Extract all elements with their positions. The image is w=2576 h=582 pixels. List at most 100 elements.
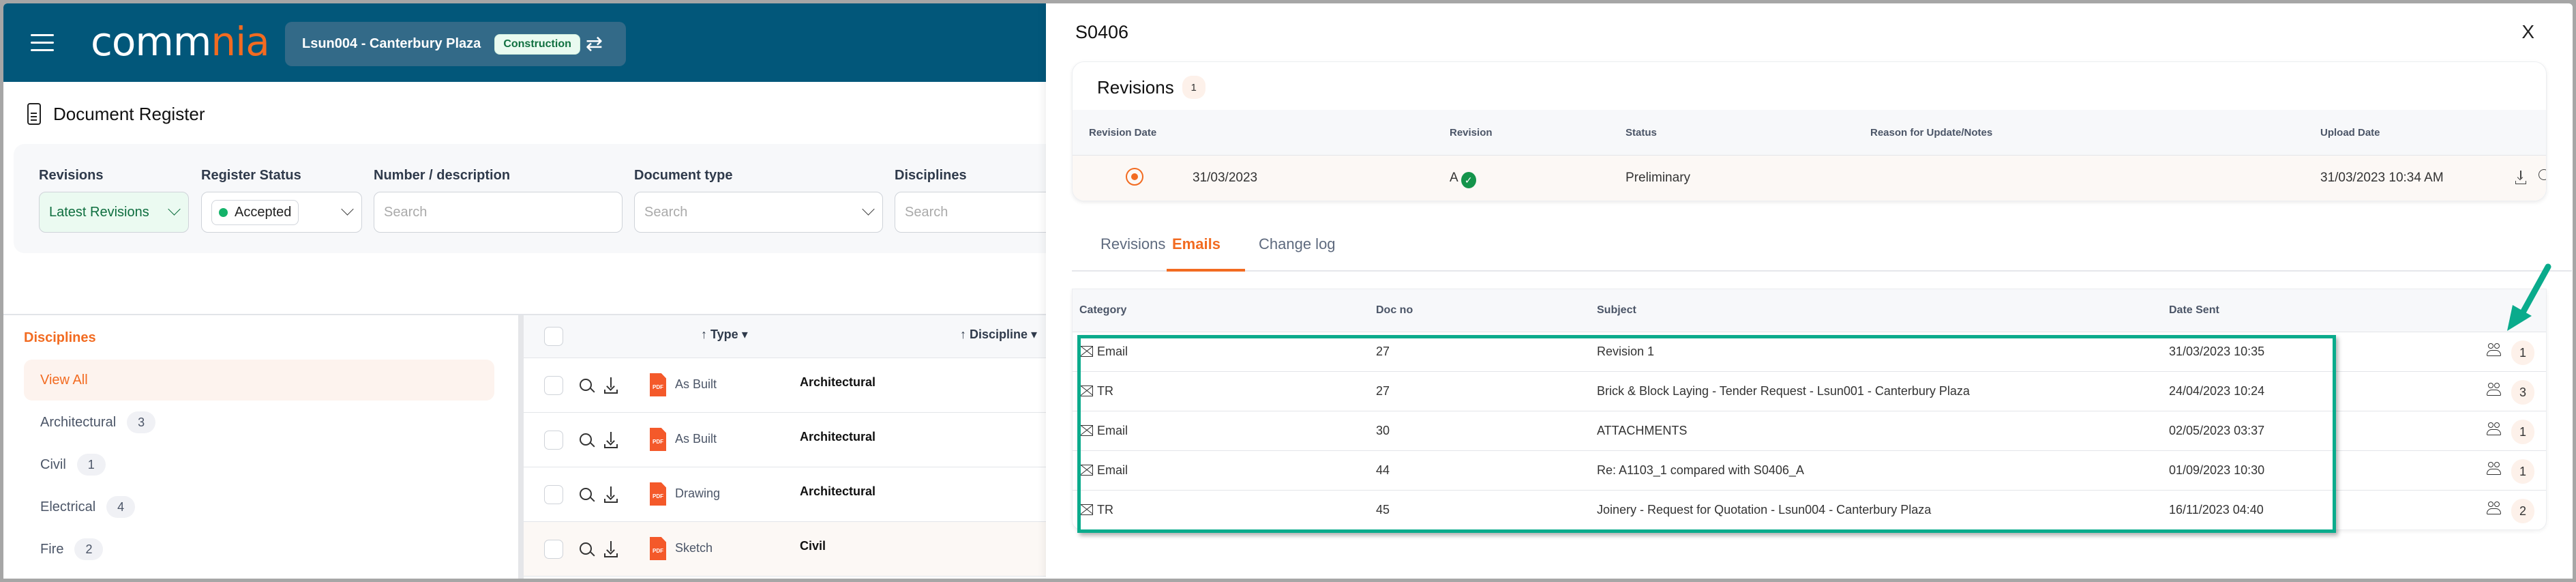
document-table: ↑ Type ▾ ↑ Discipline ▾ PDF As Built Arc… <box>524 315 1046 579</box>
search-icon[interactable] <box>580 488 592 500</box>
search-icon[interactable] <box>580 379 592 391</box>
search-icon[interactable] <box>2538 169 2546 180</box>
tab-emails[interactable]: Emails <box>1172 235 1220 264</box>
status-chip[interactable]: Accepted <box>211 199 299 225</box>
page-title: Document Register <box>53 103 205 124</box>
cell-type: Sketch <box>675 541 713 555</box>
panel-title: S0406 <box>1075 22 1129 42</box>
revision-radio[interactable] <box>1126 168 1143 186</box>
table-row[interactable]: PDF As Built Architectural <box>524 413 1046 467</box>
recipients-icon[interactable] <box>2487 422 2502 437</box>
panel-resizer[interactable] <box>518 315 524 579</box>
project-switcher[interactable]: Lsun004 - Canterbury Plaza Construction … <box>285 22 626 66</box>
chevron-down-icon <box>341 203 354 216</box>
recipients-count-badge: 1 <box>2511 459 2534 484</box>
active-tab-indicator <box>1167 269 1245 272</box>
download-icon[interactable] <box>2515 171 2526 184</box>
filter-label: Document type <box>634 168 733 183</box>
recipients-icon[interactable] <box>2487 462 2502 477</box>
sidebar-item-label: Electrical <box>40 499 96 514</box>
revisions-card-title: Revisions 1 <box>1097 76 1205 99</box>
column-header-type[interactable]: ↑ Type ▾ <box>701 328 748 342</box>
cell-subject: Joinery - Request for Quotation - Lsun00… <box>1597 503 1932 516</box>
close-icon[interactable]: X <box>2521 21 2534 43</box>
chevron-down-icon <box>168 203 181 216</box>
revisions-title: Revisions <box>1097 76 1174 98</box>
category-label: Email <box>1097 345 1128 358</box>
select-all-checkbox[interactable] <box>544 327 563 346</box>
cell-discipline: Architectural <box>800 484 876 498</box>
table-row-selected[interactable]: PDF Sketch Civil <box>524 522 1046 577</box>
download-icon[interactable] <box>604 541 618 557</box>
count-badge: 4 <box>106 496 136 518</box>
tab-change-log[interactable]: Change log <box>1259 235 1336 264</box>
row-checkbox[interactable] <box>544 540 563 559</box>
column-header-revision-date: Revision Date <box>1089 127 1157 139</box>
emails-table: Category Doc no Subject Date Sent Email … <box>1072 289 2547 530</box>
search-icon[interactable] <box>580 542 592 555</box>
email-row[interactable]: Email 30 ATTACHMENTS 02/05/2023 03:37 1 <box>1073 411 2546 450</box>
table-row[interactable]: PDF Drawing Architectural <box>524 467 1046 522</box>
row-checkbox[interactable] <box>544 485 563 504</box>
download-icon[interactable] <box>604 432 618 448</box>
cell-date-sent: 02/05/2023 03:37 <box>2169 424 2265 437</box>
email-row[interactable]: Email 27 Revision 1 31/03/2023 10:35 1 <box>1073 332 2546 371</box>
register-status-select[interactable]: Accepted <box>201 192 362 233</box>
sidebar-item-fire[interactable]: Fire 2 <box>24 529 494 570</box>
revisions-select-value: Latest Revisions <box>49 204 149 220</box>
menu-icon[interactable] <box>31 34 54 52</box>
revisions-select[interactable]: Latest Revisions <box>39 192 189 233</box>
cell-discipline: Civil <box>800 539 826 553</box>
sidebar-item-electrical[interactable]: Electrical 4 <box>24 486 494 527</box>
row-checkbox[interactable] <box>544 431 563 450</box>
revision-row[interactable]: 31/03/2023 A ✓ Preliminary 31/03/2023 10:… <box>1073 156 2546 201</box>
filter-bar: Revisions Latest Revisions Register Stat… <box>14 144 1143 253</box>
filter-register-status: Register Status Accepted <box>201 168 362 233</box>
recipients-icon[interactable] <box>2487 343 2502 358</box>
project-name: Lsun004 - Canterbury Plaza <box>302 36 481 51</box>
table-row[interactable]: PDF As Built Architectural <box>524 358 1046 413</box>
cell-discipline: Architectural <box>800 430 876 443</box>
column-header-discipline[interactable]: ↑ Discipline ▾ <box>960 328 1037 342</box>
column-header-date-sent: Date Sent <box>2169 304 2219 316</box>
email-row[interactable]: TR 45 Joinery - Request for Quotation - … <box>1073 490 2546 529</box>
sidebar-item-label: Fire <box>40 541 64 557</box>
row-checkbox[interactable] <box>544 376 563 395</box>
cell-category: Email <box>1079 345 1128 359</box>
cell-category: Email <box>1079 424 1128 438</box>
swap-icon[interactable]: ⇄ <box>586 33 603 55</box>
status-chip-label: Accepted <box>235 204 292 220</box>
pdf-file-icon: PDF <box>650 428 666 451</box>
sidebar-item-civil[interactable]: Civil 1 <box>24 444 494 485</box>
cell-date-sent: 24/04/2023 10:24 <box>2169 384 2265 398</box>
column-label: Discipline <box>970 328 1028 341</box>
commnia-logo[interactable]: commnia <box>91 21 270 62</box>
top-bar: commnia Lsun004 - Canterbury Plaza Const… <box>3 3 1046 82</box>
sidebar-item-architectural[interactable]: Architectural 3 <box>24 402 494 443</box>
tab-revisions[interactable]: Revisions <box>1100 235 1165 264</box>
page-header: Document Register <box>27 103 205 125</box>
cell-date-sent: 16/11/2023 04:40 <box>2169 503 2264 516</box>
download-icon[interactable] <box>604 486 618 503</box>
cell-status: Preliminary <box>1626 171 1691 185</box>
filter-label: Revisions <box>39 168 104 183</box>
download-icon[interactable] <box>604 377 618 394</box>
envelope-icon <box>1079 425 1093 436</box>
filter-number-description: Number / description Search <box>374 168 623 233</box>
sidebar-item-view-all[interactable]: View All <box>24 360 494 401</box>
cell-doc-no: 45 <box>1376 503 1390 516</box>
sidebar-title: Disciplines <box>24 330 96 345</box>
cell-date-sent: 31/03/2023 10:35 <box>2169 345 2265 358</box>
number-description-input[interactable]: Search <box>374 192 623 233</box>
document-type-select[interactable]: Search <box>634 192 883 233</box>
cell-doc-no: 27 <box>1376 345 1390 358</box>
recipients-icon[interactable] <box>2487 501 2502 516</box>
cell-category: TR <box>1079 384 1113 398</box>
cell-doc-no: 30 <box>1376 424 1390 437</box>
tabs-divider <box>1072 270 2572 272</box>
email-row[interactable]: Email 44 Re: A1103_1 compared with S0406… <box>1073 450 2546 490</box>
search-icon[interactable] <box>580 433 592 446</box>
envelope-icon <box>1079 465 1093 476</box>
email-row[interactable]: TR 27 Brick & Block Laying - Tender Requ… <box>1073 371 2546 411</box>
recipients-icon[interactable] <box>2487 383 2502 398</box>
